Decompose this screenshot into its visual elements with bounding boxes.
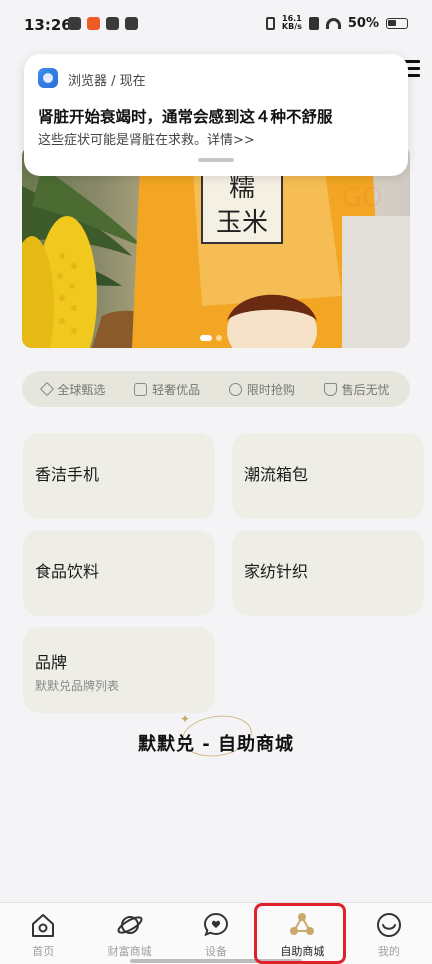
home-icon <box>32 914 55 937</box>
svg-text:玉米: 玉米 <box>216 208 268 238</box>
app-notification-icon <box>125 17 138 30</box>
smile-icon <box>376 913 401 937</box>
category-card-phones[interactable]: 香洁手机 <box>23 433 215 519</box>
banner-carousel[interactable]: 糯 玉米 GO <box>22 146 410 348</box>
clock-icon <box>228 382 242 396</box>
browser-notification[interactable]: 浏览器 / 现在 肾脏开始衰竭时，通常会感到这４种不舒服 这些症状可能是肾脏在求… <box>24 54 408 176</box>
wifi-icon <box>325 17 341 29</box>
mall-icon <box>290 913 315 935</box>
feature-label: 限时抢购 <box>246 382 295 397</box>
app-notification-icon <box>68 17 81 30</box>
planet-icon <box>117 916 143 934</box>
nav-label: 设备 <box>205 945 228 958</box>
no-sim-icon <box>308 16 319 30</box>
category-subtitle: 默默兑品牌列表 <box>35 679 120 693</box>
nav-label: 财富商城 <box>107 945 152 958</box>
notification-source: 浏览器 / 现在 <box>68 74 146 89</box>
app-notification-icon <box>87 17 100 30</box>
feature-light-luxury: 轻奢优品 <box>134 381 200 398</box>
notification-drag-handle[interactable] <box>198 158 234 162</box>
nav-devices[interactable]: 设备 <box>173 903 259 964</box>
category-card-food-drinks[interactable]: 食品饮料 <box>23 530 215 616</box>
network-speed: 16.1 KB/s <box>282 15 302 31</box>
feature-strip: 全球甄选 轻奢优品 限时抢购 售后无忧 <box>22 371 410 407</box>
shield-icon <box>323 382 337 396</box>
nav-label: 自助商城 <box>280 945 325 958</box>
feature-label: 轻奢优品 <box>152 382 201 397</box>
notification-body: 这些症状可能是肾脏在求救。详情>> <box>38 133 255 148</box>
nav-wealth-mall[interactable]: 财富商城 <box>86 903 172 964</box>
feature-global-selection: 全球甄选 <box>40 381 106 398</box>
brand-footer: 默默兑 - 自助商城 <box>137 734 294 755</box>
nav-label: 首页 <box>32 945 55 958</box>
carousel-indicator <box>200 335 222 341</box>
bottom-nav: 首页 财富商城 设备 自助商城 我的 <box>0 902 432 964</box>
category-card-home-textiles[interactable]: 家纺针织 <box>232 530 424 616</box>
category-title: 香洁手机 <box>35 465 100 484</box>
battery-percent: 50% <box>347 15 379 31</box>
battery-icon <box>386 17 408 29</box>
svg-text:GO: GO <box>342 183 383 213</box>
nav-self-service-mall[interactable]: 自助商城 <box>259 903 345 964</box>
status-time: 13:26 <box>24 16 72 34</box>
category-title: 品牌 <box>35 653 68 672</box>
feature-after-sales: 售后无忧 <box>323 381 390 398</box>
sparkle-icon: ✦ <box>180 712 191 726</box>
notification-title: 肾脏开始衰竭时，通常会感到这４种不舒服 <box>38 108 333 126</box>
diamond-icon <box>40 381 55 397</box>
feature-label: 全球甄选 <box>57 382 106 397</box>
category-title: 潮流箱包 <box>244 465 309 484</box>
home-indicator[interactable] <box>130 959 302 963</box>
category-title: 家纺针织 <box>244 562 309 581</box>
nav-me[interactable]: 我的 <box>346 903 432 964</box>
nav-home[interactable]: 首页 <box>0 903 86 964</box>
svg-text:糯: 糯 <box>229 173 255 203</box>
status-app-icons <box>68 17 138 30</box>
banner-image: 糯 玉米 GO <box>22 151 410 348</box>
feature-label: 售后无忧 <box>341 382 390 397</box>
status-bar: 13:26 16.1 KB/s 50% <box>0 0 432 52</box>
category-title: 食品饮料 <box>35 562 100 581</box>
network-speed-unit: KB/s <box>281 22 302 31</box>
app-notification-icon <box>106 17 119 30</box>
category-card-brands[interactable]: 品牌 默默兑品牌列表 <box>23 627 215 713</box>
heart-chat-icon <box>204 912 229 937</box>
bag-icon <box>134 382 148 396</box>
nav-label: 我的 <box>377 945 400 958</box>
category-card-bags[interactable]: 潮流箱包 <box>232 433 424 519</box>
browser-app-icon <box>38 68 58 88</box>
vibrate-icon <box>265 16 275 30</box>
status-indicators: 16.1 KB/s 50% <box>265 15 408 31</box>
feature-flash-sale: 限时抢购 <box>228 381 295 398</box>
